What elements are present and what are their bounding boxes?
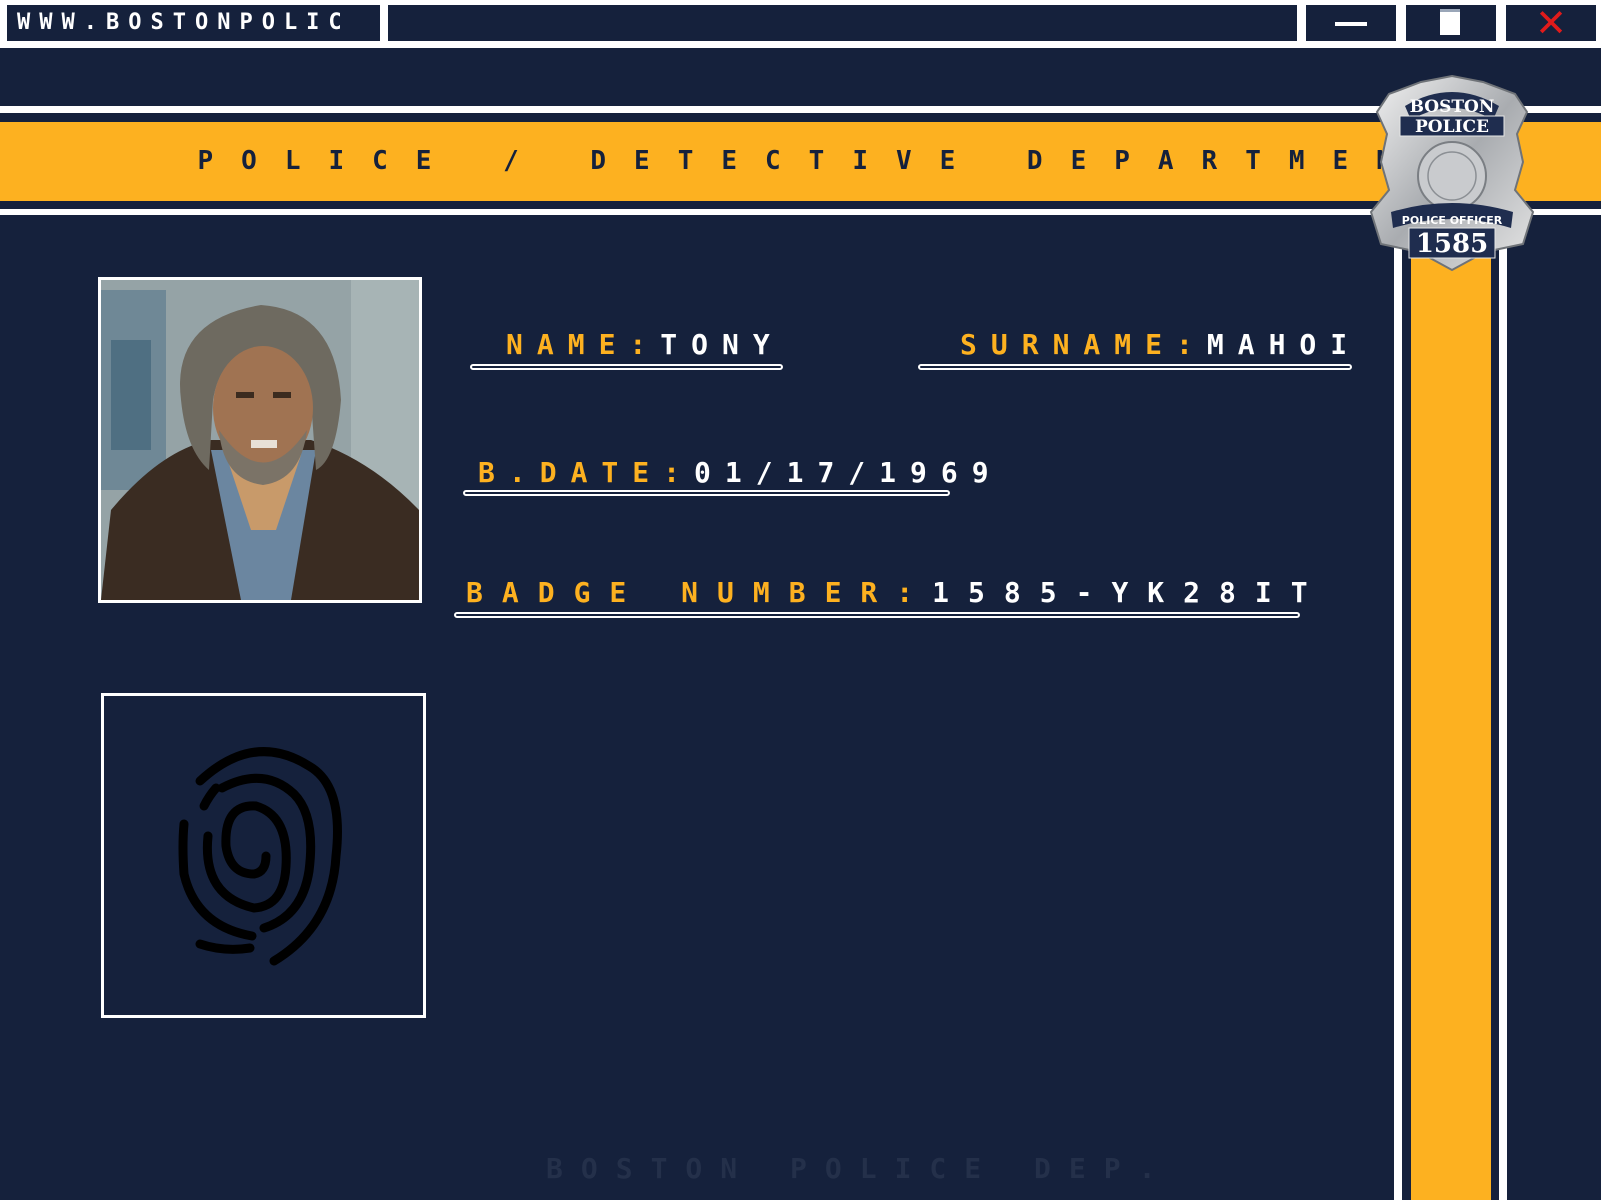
badge-city: BOSTON bbox=[1410, 97, 1495, 117]
police-badge-icon: BOSTON POLICE POLICE OFFICER 1585 bbox=[1365, 72, 1540, 272]
minimize-button[interactable] bbox=[1306, 5, 1396, 41]
window-titlebar: WWW.BOSTONPOLIC ✕ bbox=[0, 0, 1601, 48]
name-underline bbox=[470, 364, 783, 370]
badge-number-label: BADGE NUMBER: bbox=[466, 576, 933, 609]
address-bar[interactable] bbox=[388, 5, 1297, 41]
birthdate-label: B.DATE: bbox=[478, 456, 695, 489]
vertical-stripe-right bbox=[1499, 215, 1507, 1200]
birthdate-field: B.DATE:01/17/1969 bbox=[478, 456, 1003, 489]
surname-underline bbox=[918, 364, 1352, 370]
birthdate-underline bbox=[463, 490, 950, 496]
surname-value: MAHOI bbox=[1206, 328, 1362, 361]
minimize-icon bbox=[1335, 22, 1367, 26]
footer-watermark: BOSTON POLICE DEP. bbox=[546, 1152, 1174, 1185]
badge-number-underline bbox=[454, 612, 1300, 618]
department-title: POLICE / DETECTIVE DEPARTMENT bbox=[197, 146, 1464, 176]
vertical-gold-band bbox=[1411, 215, 1491, 1200]
badge-number-value: 1585-YK28IT bbox=[932, 576, 1327, 609]
maximize-button[interactable] bbox=[1406, 5, 1496, 41]
header-stripe-top bbox=[0, 106, 1601, 113]
surname-field: SURNAME:MAHOI bbox=[960, 328, 1361, 361]
badge-number: 1585 bbox=[1416, 229, 1488, 259]
url-text[interactable]: WWW.BOSTONPOLIC bbox=[7, 5, 380, 41]
vertical-stripe-left bbox=[1394, 215, 1402, 1200]
maximize-icon bbox=[1440, 9, 1460, 35]
badge-number-field: BADGE NUMBER:1585-YK28IT bbox=[466, 576, 1327, 609]
badge-rank: POLICE OFFICER bbox=[1402, 214, 1503, 227]
header-stripe-bottom bbox=[0, 209, 1601, 215]
fingerprint-icon bbox=[178, 747, 342, 966]
fingerprint-panel bbox=[101, 693, 426, 1018]
name-value: TONY bbox=[660, 328, 784, 361]
surname-label: SURNAME: bbox=[960, 328, 1207, 361]
name-field: NAME:TONY bbox=[506, 328, 784, 361]
suspect-photo bbox=[98, 277, 422, 603]
birthdate-value: 01/17/1969 bbox=[694, 456, 1003, 489]
badge-dept: POLICE bbox=[1415, 117, 1489, 137]
close-icon: ✕ bbox=[1535, 1, 1567, 45]
close-button[interactable]: ✕ bbox=[1506, 1, 1596, 45]
name-label: NAME: bbox=[506, 328, 661, 361]
